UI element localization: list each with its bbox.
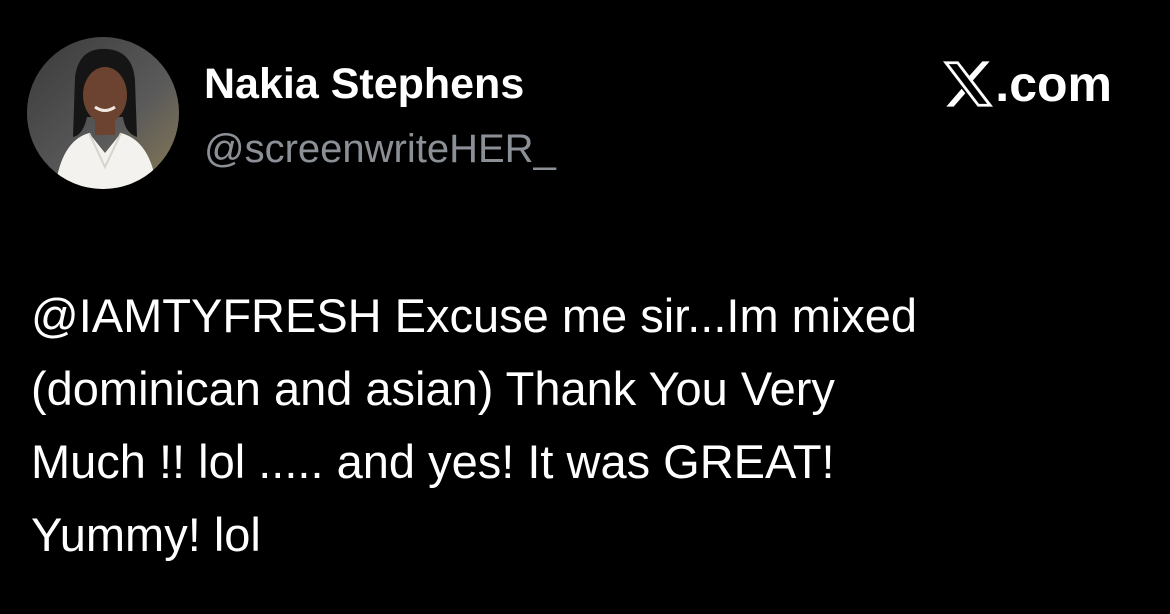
profile-photo-icon: [27, 37, 179, 189]
brand-domain: .com: [995, 56, 1112, 112]
avatar[interactable]: [27, 37, 179, 189]
tweet-text: @IAMTYFRESH Excuse me sir...Im mixed (do…: [31, 289, 918, 561]
display-name[interactable]: Nakia Stephens: [204, 58, 524, 110]
x-logo-icon: [943, 61, 994, 107]
user-handle[interactable]: @screenwriteHER_: [204, 125, 556, 173]
brand-mark: .com: [943, 56, 1112, 112]
tweet-card: Nakia Stephens @screenwriteHER_ .com @IA…: [0, 0, 1170, 614]
